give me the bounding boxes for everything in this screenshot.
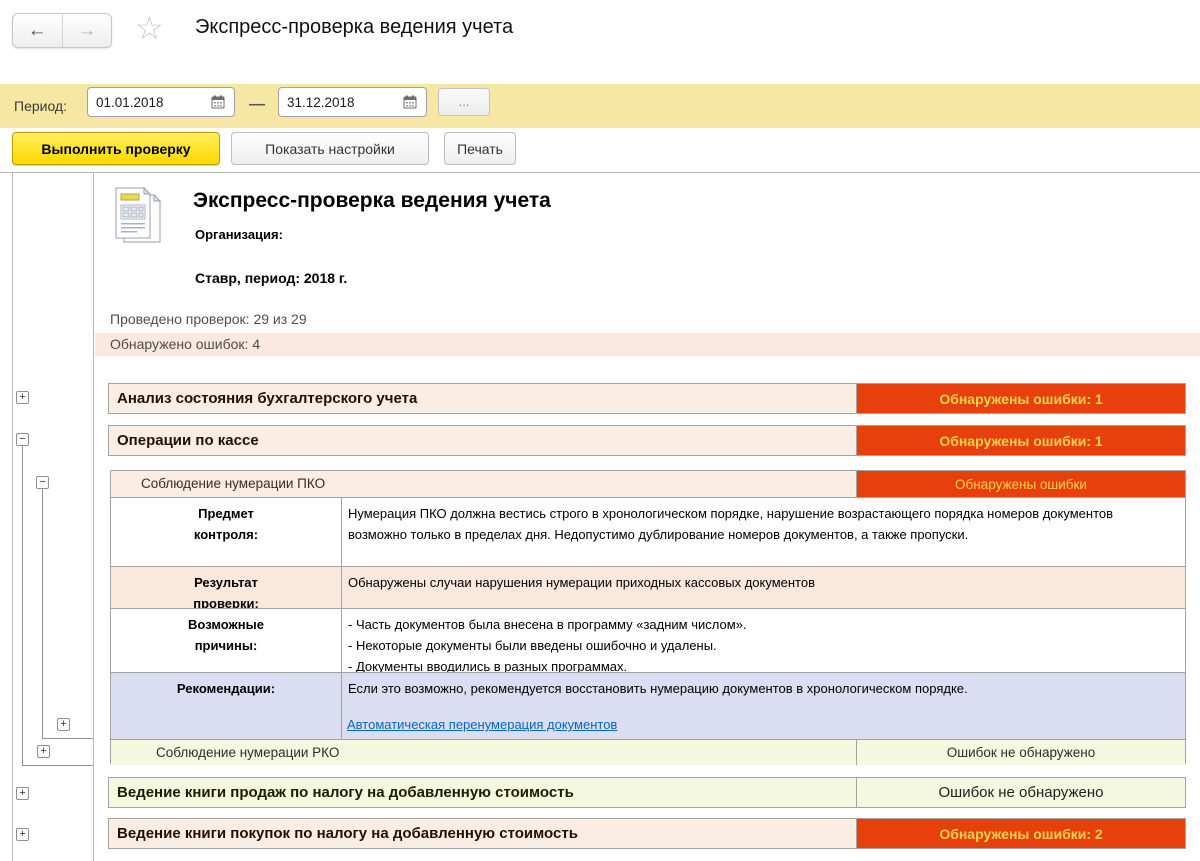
- tree-toggle-sales-book[interactable]: +: [16, 787, 29, 800]
- window-title: Экспресс-проверка ведения учета: [195, 16, 513, 39]
- report-subtitle: Ставр, период: 2018 г.: [195, 270, 347, 286]
- run-check-button[interactable]: Выполнить проверку: [12, 132, 220, 165]
- detail-label: Возможные причины:: [111, 609, 341, 672]
- print-button[interactable]: Печать: [444, 132, 516, 165]
- detail-row-recommendations: Рекомендации: Если это возможно, рекомен…: [111, 672, 1185, 739]
- section-status-badge: Обнаружены ошибки: 1: [856, 426, 1185, 455]
- pko-numbering-detail-table: Соблюдение нумерации ПКО Обнаружены ошиб…: [110, 470, 1186, 764]
- section-title: Анализ состояния бухгалтерского учета: [117, 384, 417, 413]
- subsection-title: Соблюдение нумерации РКО: [156, 740, 339, 765]
- renumber-documents-link[interactable]: Автоматическая перенумерация документов: [347, 717, 617, 732]
- section-title: Операции по кассе: [117, 426, 259, 455]
- tree-connector-line: [42, 738, 93, 739]
- section-status-badge: Обнаружены ошибки: 1: [856, 384, 1185, 413]
- tree-toggle-cash-operations[interactable]: −: [16, 433, 29, 446]
- tree-margin-border: [93, 173, 94, 861]
- show-settings-button[interactable]: Показать настройки: [231, 132, 429, 165]
- checks-done-line: Проведено проверок: 29 из 29: [110, 311, 307, 327]
- subsection-header-row: Соблюдение нумерации ПКО Обнаружены ошиб…: [111, 471, 1185, 497]
- tree-toggle-analysis[interactable]: +: [16, 391, 29, 404]
- period-range-dash: —: [240, 84, 274, 128]
- tree-connector-line: [22, 765, 93, 766]
- report-title: Экспресс-проверка ведения учета: [193, 189, 551, 213]
- period-from-field[interactable]: [87, 87, 235, 117]
- tree-connector-line: [22, 446, 23, 765]
- subsection-row-rko-numbering: Соблюдение нумерации РКО Ошибок не обнар…: [111, 739, 1185, 765]
- tree-toggle-rko-numbering[interactable]: +: [37, 745, 50, 758]
- detail-row-result: Результат проверки: Обнаружены случаи на…: [111, 566, 1185, 608]
- toolbar-separator: [0, 172, 1200, 173]
- subsection-title: Соблюдение нумерации ПКО: [141, 471, 325, 497]
- subsection-status: Ошибок не обнаружено: [856, 740, 1185, 765]
- detail-value: Обнаружены случаи нарушения нумерации пр…: [341, 567, 1185, 608]
- section-row-purchase-book: Ведение книги покупок по налогу на добав…: [108, 818, 1186, 849]
- date-picker-from-button[interactable]: [206, 91, 230, 113]
- period-to-input[interactable]: [279, 88, 392, 116]
- tree-toggle-purchase-book[interactable]: +: [16, 828, 29, 841]
- calendar-icon: [403, 95, 417, 109]
- detail-value: Нумерация ПКО должна вестись строго в хр…: [341, 498, 1185, 566]
- section-title: Ведение книги продаж по налогу на добавл…: [117, 778, 574, 807]
- calendar-icon: [211, 95, 225, 109]
- section-row-accounting-analysis: Анализ состояния бухгалтерского учета Об…: [108, 383, 1186, 414]
- section-row-sales-book: Ведение книги продаж по налогу на добавл…: [108, 777, 1186, 808]
- organization-label: Организация:: [195, 227, 283, 242]
- detail-label: Рекомендации:: [111, 673, 341, 739]
- back-arrow-icon: ←: [28, 20, 47, 42]
- forward-button[interactable]: →: [63, 14, 112, 47]
- tree-toggle-pko-numbering[interactable]: −: [36, 476, 49, 489]
- tree-toggle-pko-details[interactable]: +: [57, 718, 70, 731]
- nav-button-group: ← →: [12, 13, 112, 48]
- report-left-border: [12, 173, 13, 861]
- period-more-button[interactable]: ...: [438, 88, 490, 116]
- detail-label: Предмет контроля:: [111, 498, 341, 566]
- forward-arrow-icon: →: [77, 20, 96, 42]
- section-title: Ведение книги покупок по налогу на добав…: [117, 819, 578, 848]
- express-check-window: ← → ☆ Экспресс-проверка ведения учета Пе…: [0, 0, 1200, 861]
- detail-value: - Часть документов была внесена в програ…: [341, 609, 1185, 672]
- favorite-star-icon[interactable]: ☆: [135, 8, 164, 48]
- detail-row-causes: Возможные причины: - Часть документов бы…: [111, 608, 1185, 672]
- back-button[interactable]: ←: [13, 14, 63, 47]
- detail-label: Результат проверки:: [111, 567, 341, 608]
- subsection-status-badge: Обнаружены ошибки: [856, 471, 1185, 497]
- date-picker-to-button[interactable]: [398, 91, 422, 113]
- tree-connector-line: [42, 489, 43, 738]
- errors-found-line: Обнаружено ошибок: 4: [95, 333, 1200, 356]
- section-status: Ошибок не обнаружено: [856, 778, 1185, 807]
- period-label: Период:: [14, 84, 67, 128]
- detail-row-subject: Предмет контроля: Нумерация ПКО должна в…: [111, 497, 1185, 566]
- period-to-field[interactable]: [278, 87, 427, 117]
- report-document-icon: [112, 186, 164, 246]
- period-from-input[interactable]: [88, 88, 201, 116]
- section-row-cash-operations: Операции по кассе Обнаружены ошибки: 1: [108, 425, 1186, 456]
- section-status-badge: Обнаружены ошибки: 2: [856, 819, 1185, 848]
